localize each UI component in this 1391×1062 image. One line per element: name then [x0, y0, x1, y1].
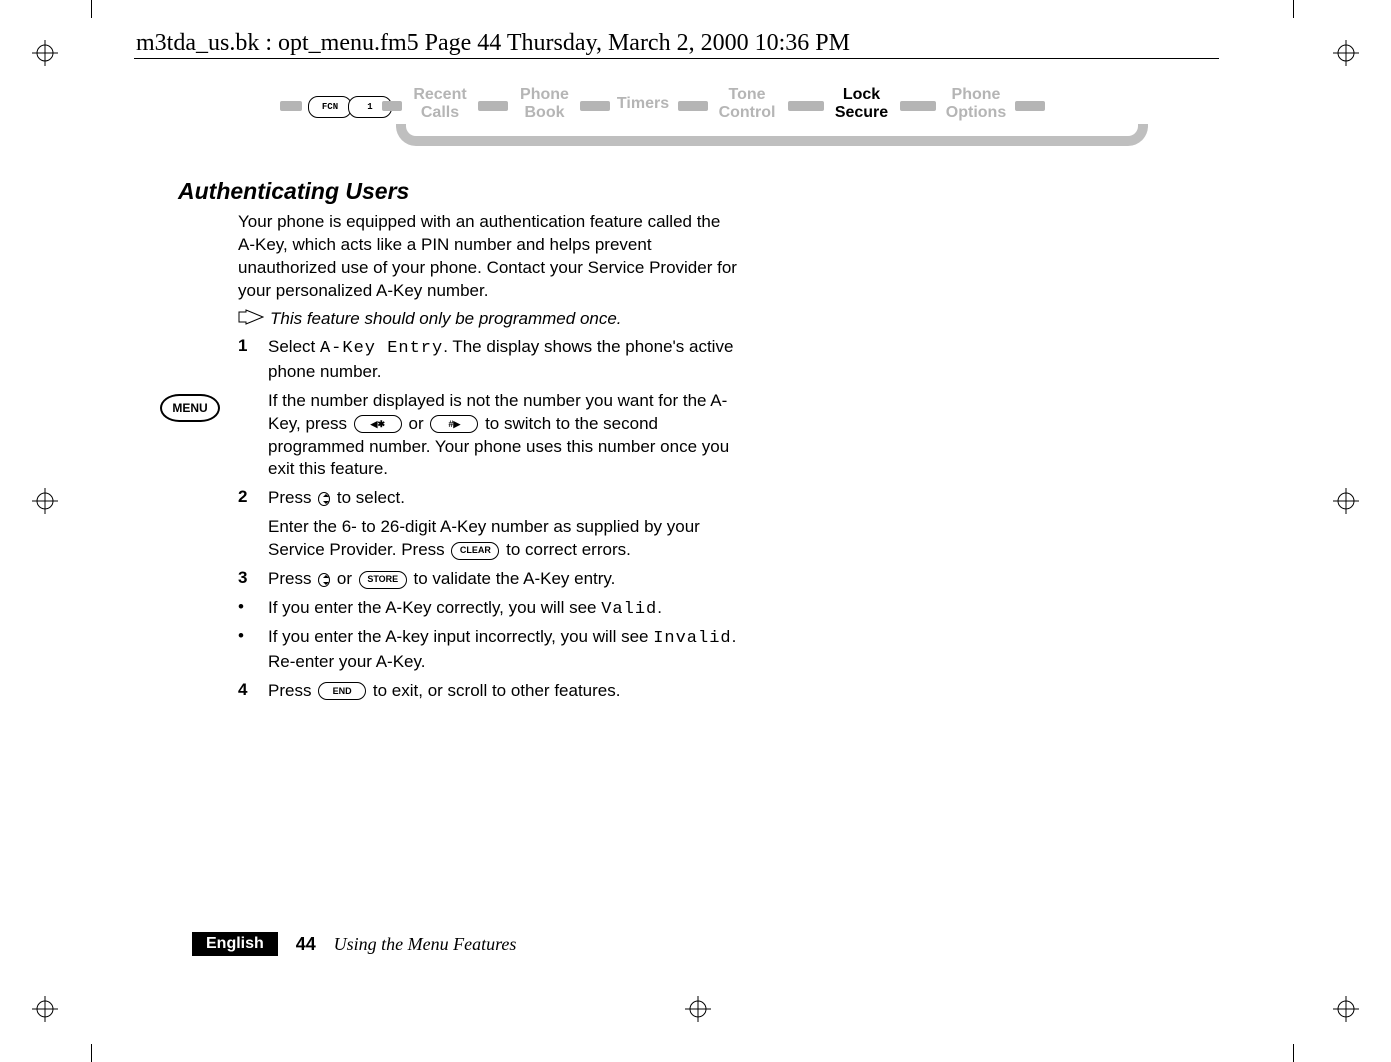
menu-margin-badge: MENU [160, 394, 220, 422]
page-title: Using the Menu Features [334, 934, 517, 954]
nav-connector [678, 101, 708, 111]
nav-row: FCN 1 Recent Calls Phone Book Timers Ton… [280, 86, 1150, 126]
page-footer: English 44 Using the Menu Features [192, 932, 516, 956]
step-4: 4 Press END to exit, or scroll to other … [238, 680, 738, 703]
step-number: 2 [238, 487, 268, 510]
nav-connector [1015, 101, 1045, 111]
step-3-text-c: to validate the A-Key entry. [409, 569, 616, 588]
step-1-sub-b: or [404, 414, 429, 433]
bullet-invalid: • If you enter the A-key input incorrect… [238, 626, 738, 674]
running-header: m3tda_us.bk : opt_menu.fm5 Page 44 Thurs… [136, 30, 850, 57]
step-2-sub: Enter the 6- to 26-digit A-Key number as… [268, 516, 738, 562]
step-2: 2 Press to select. [238, 487, 738, 510]
nav-connector [788, 101, 824, 111]
body-indent: Your phone is equipped with an authentic… [238, 211, 738, 703]
note-pointing-hand-icon [238, 309, 264, 330]
nav-item-timers: Timers [613, 95, 673, 113]
footer-right: 44 Using the Menu Features [296, 934, 517, 955]
step-1-text-a: Select [268, 337, 320, 356]
page-number: 44 [296, 934, 316, 954]
registration-mark-icon [32, 40, 58, 66]
registration-mark-icon [1333, 40, 1359, 66]
step-3-text-b: or [332, 569, 357, 588]
nav-return-bar [396, 124, 1148, 146]
fcn-key-icon: FCN [308, 96, 352, 118]
step-number: 4 [238, 680, 268, 703]
registration-mark-icon [1333, 996, 1359, 1022]
step-1-sub: If the number displayed is not the numbe… [268, 390, 738, 482]
section-heading: Authenticating Users [178, 178, 738, 205]
nav-connector [580, 101, 610, 111]
step-body: Select A-Key Entry. The display shows th… [268, 336, 738, 384]
step-3-text-a: Press [268, 569, 316, 588]
lcd-text-valid: Valid [601, 600, 657, 619]
registration-mark-icon [32, 488, 58, 514]
language-badge: English [192, 932, 278, 956]
crop-mark [91, 1044, 92, 1062]
up-down-select-icon [318, 492, 330, 506]
step-1: 1 Select A-Key Entry. The display shows … [238, 336, 738, 384]
store-key-icon: STORE [359, 571, 407, 589]
step-body: Press or STORE to validate the A-Key ent… [268, 568, 738, 591]
registration-mark-icon [1333, 488, 1359, 514]
star-key-icon: ◀✱ [354, 415, 402, 433]
nav-start-pill [280, 101, 302, 111]
step-body: Press END to exit, or scroll to other fe… [268, 680, 738, 703]
registration-mark-icon [32, 996, 58, 1022]
nav-item-phone-options: Phone Options [940, 86, 1012, 123]
menu-breadcrumb-nav: FCN 1 Recent Calls Phone Book Timers Ton… [280, 86, 1150, 156]
lcd-text-invalid: Invalid [653, 629, 731, 648]
lcd-text-akey-entry: A-Key Entry [320, 339, 443, 358]
clear-key-icon: CLEAR [451, 542, 499, 560]
step-number: 1 [238, 336, 268, 384]
nav-connector [478, 101, 508, 111]
step-2-text-b: to select. [332, 488, 405, 507]
end-key-icon: END [318, 682, 366, 700]
nav-item-lock-secure: Lock Secure [829, 86, 894, 123]
note-text: This feature should only be programmed o… [270, 309, 622, 329]
nav-item-recent-calls: Recent Calls [405, 86, 475, 123]
nav-connector [382, 101, 402, 111]
page-sheet: m3tda_us.bk : opt_menu.fm5 Page 44 Thurs… [120, 0, 1260, 1062]
nav-item-tone-control: Tone Control [712, 86, 782, 123]
step-number: 3 [238, 568, 268, 591]
step-4-text-a: Press [268, 681, 316, 700]
note-row: This feature should only be programmed o… [238, 309, 738, 330]
bullet-mark: • [238, 626, 268, 674]
bullet-mark: • [238, 597, 268, 622]
content-area: Authenticating Users MENU Your phone is … [178, 178, 738, 709]
bullet2-a: If you enter the A-key input incorrectly… [268, 627, 653, 646]
nav-item-phone-book: Phone Book [512, 86, 577, 123]
step-2-text-a: Press [268, 488, 316, 507]
nav-connector [900, 101, 936, 111]
step-2-sub-b: to correct errors. [501, 540, 630, 559]
up-down-select-icon [318, 573, 330, 587]
bullet-body: If you enter the A-key input incorrectly… [268, 626, 738, 674]
crop-mark [1293, 0, 1294, 18]
intro-paragraph: Your phone is equipped with an authentic… [238, 211, 738, 303]
bullet-body: If you enter the A-Key correctly, you wi… [268, 597, 738, 622]
header-rule [134, 58, 1219, 59]
crop-mark [1293, 1044, 1294, 1062]
step-3: 3 Press or STORE to validate the A-Key e… [238, 568, 738, 591]
bullet1-b: . [657, 598, 662, 617]
bullet-valid: • If you enter the A-Key correctly, you … [238, 597, 738, 622]
step-4-text-b: to exit, or scroll to other features. [368, 681, 620, 700]
hash-key-icon: #▶ [430, 415, 478, 433]
step-body: Press to select. [268, 487, 738, 510]
crop-mark [91, 0, 92, 18]
bullet1-a: If you enter the A-Key correctly, you wi… [268, 598, 601, 617]
